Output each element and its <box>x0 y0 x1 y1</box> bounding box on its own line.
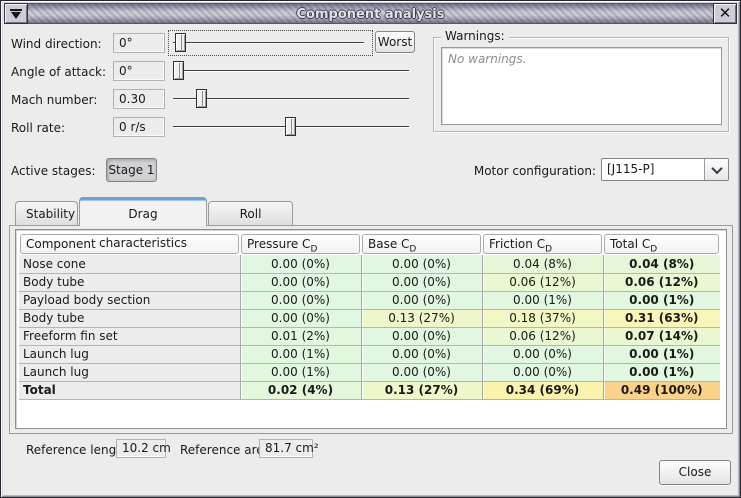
window-close-button[interactable]: ✕ <box>713 3 737 24</box>
angle-of-attack-slider[interactable] <box>173 61 409 81</box>
component-cell: Launch lug <box>19 345 240 363</box>
table-header-cell[interactable]: Total CD <box>603 232 720 255</box>
table-cell: 0.06 (12%) <box>482 327 603 345</box>
table-row: Freeform fin set0.01 (2%)0.00 (0%)0.06 (… <box>19 327 720 345</box>
close-icon: ✕ <box>719 6 732 21</box>
table-cell: 0.06 (12%) <box>603 273 720 291</box>
wind-direction-field[interactable]: 0° <box>113 33 165 53</box>
table-cell: 0.00 (0%) <box>361 255 482 273</box>
table-row: Body tube0.00 (0%)0.00 (0%)0.06 (12%)0.0… <box>19 273 720 291</box>
table-row: Body tube0.00 (0%)0.13 (27%)0.18 (37%)0.… <box>19 309 720 327</box>
table-cell: 0.00 (0%) <box>361 291 482 309</box>
table-cell: 0.00 (0%) <box>482 363 603 381</box>
motor-config-select[interactable]: [J115-P] <box>601 158 729 181</box>
wind-direction-label: Wind direction: <box>11 35 102 53</box>
ref-area-value: 81.7 cm² <box>259 439 313 458</box>
table-row: Total0.02 (4%)0.13 (27%)0.34 (69%)0.49 (… <box>19 381 720 399</box>
table-cell: 0.00 (0%) <box>361 273 482 291</box>
table-cell: 0.00 (0%) <box>240 291 361 309</box>
slider-thumb[interactable] <box>285 117 296 136</box>
slider-track <box>173 98 409 100</box>
warnings-title: Warnings: <box>441 29 509 43</box>
component-cell: Payload body section <box>19 291 240 309</box>
table-cell: 0.00 (0%) <box>240 255 361 273</box>
component-cell: Body tube <box>19 309 240 327</box>
table-scrollpane[interactable]: ComponentPressure CDBase CDFriction CDTo… <box>15 229 727 429</box>
component-analysis-dialog: Component analysis ✕ Wind direction: 0° … <box>0 0 741 498</box>
table-cell: 0.00 (1%) <box>603 363 720 381</box>
tab-roll-dynamics[interactable]: Roll dynamics <box>208 201 293 226</box>
table-cell: 0.00 (0%) <box>361 345 482 363</box>
table-cell: 0.00 (0%) <box>482 345 603 363</box>
angle-of-attack-field[interactable]: 0° <box>113 61 165 81</box>
slider-thumb[interactable] <box>173 61 184 80</box>
component-cell: Launch lug <box>19 363 240 381</box>
active-stages-label: Active stages: <box>11 162 96 180</box>
worst-button[interactable]: Worst <box>375 31 415 53</box>
motor-config-label: Motor configuration: <box>456 162 596 180</box>
slider-track <box>173 42 364 44</box>
stage-1-toggle[interactable]: Stage 1 <box>106 158 157 182</box>
angle-of-attack-label: Angle of attack: <box>11 63 106 81</box>
slider-thumb[interactable] <box>196 89 207 108</box>
table-cell: 0.04 (8%) <box>482 255 603 273</box>
no-warnings-text: No warnings. <box>448 52 526 66</box>
window-menu-icon <box>10 9 22 19</box>
chevron-down-icon <box>711 162 722 173</box>
mach-number-slider[interactable] <box>173 89 409 109</box>
slider-track <box>173 70 409 72</box>
tab-drag-characteristics[interactable]: Drag characteristics <box>79 197 207 226</box>
roll-rate-slider[interactable] <box>173 117 409 137</box>
table-row: Launch lug0.00 (1%)0.00 (0%)0.00 (0%)0.0… <box>19 345 720 363</box>
component-cell: Total <box>19 381 240 399</box>
table-cell: 0.04 (8%) <box>603 255 720 273</box>
table-cell: 0.06 (12%) <box>482 273 603 291</box>
table-cell: 0.00 (1%) <box>240 363 361 381</box>
table-cell: 0.18 (37%) <box>482 309 603 327</box>
warnings-group: Warnings: No warnings. <box>433 37 729 132</box>
motor-config-value: [J115-P] <box>602 159 704 180</box>
table-cell: 0.00 (1%) <box>603 291 720 309</box>
mach-number-label: Mach number: <box>11 91 97 109</box>
table-cell: 0.31 (63%) <box>603 309 720 327</box>
table-cell: 0.01 (2%) <box>240 327 361 345</box>
ref-length-value: 10.2 cm <box>116 439 166 458</box>
table-cell: 0.00 (0%) <box>240 309 361 327</box>
table-header-cell[interactable]: Friction CD <box>482 232 603 255</box>
close-button[interactable]: Close <box>659 460 731 485</box>
table-cell: 0.13 (27%) <box>361 381 482 399</box>
table-cell: 0.34 (69%) <box>482 381 603 399</box>
component-cell: Freeform fin set <box>19 327 240 345</box>
table-cell: 0.00 (1%) <box>603 345 720 363</box>
roll-rate-field[interactable]: 0 r/s <box>113 117 165 137</box>
wind-direction-slider[interactable] <box>173 33 364 53</box>
table-cell: 0.07 (14%) <box>603 327 720 345</box>
title-bar: Component analysis ✕ <box>4 3 737 24</box>
roll-rate-label: Roll rate: <box>11 119 65 137</box>
table-cell: 0.00 (0%) <box>240 273 361 291</box>
table-cell: 0.00 (1%) <box>482 291 603 309</box>
component-cell: Body tube <box>19 273 240 291</box>
table-row: Launch lug0.00 (1%)0.00 (0%)0.00 (0%)0.0… <box>19 363 720 381</box>
window-menu-button[interactable] <box>4 3 28 24</box>
table-cell: 0.13 (27%) <box>361 309 482 327</box>
table-cell: 0.00 (0%) <box>361 363 482 381</box>
tab-stability[interactable]: Stability <box>15 201 78 226</box>
slider-thumb[interactable] <box>175 33 186 52</box>
mach-number-field[interactable]: 0.30 <box>113 89 165 109</box>
combo-arrow-button[interactable] <box>704 159 728 180</box>
table-row: Payload body section0.00 (0%)0.00 (0%)0.… <box>19 291 720 309</box>
warnings-list[interactable]: No warnings. <box>441 47 722 125</box>
table-cell: 0.00 (1%) <box>240 345 361 363</box>
table-header-cell[interactable]: Pressure CD <box>240 232 361 255</box>
table-cell: 0.49 (100%) <box>603 381 720 399</box>
table-header-cell[interactable]: Base CD <box>361 232 482 255</box>
table-cell: 0.00 (0%) <box>361 327 482 345</box>
window-title: Component analysis <box>28 3 713 24</box>
table-cell: 0.02 (4%) <box>240 381 361 399</box>
